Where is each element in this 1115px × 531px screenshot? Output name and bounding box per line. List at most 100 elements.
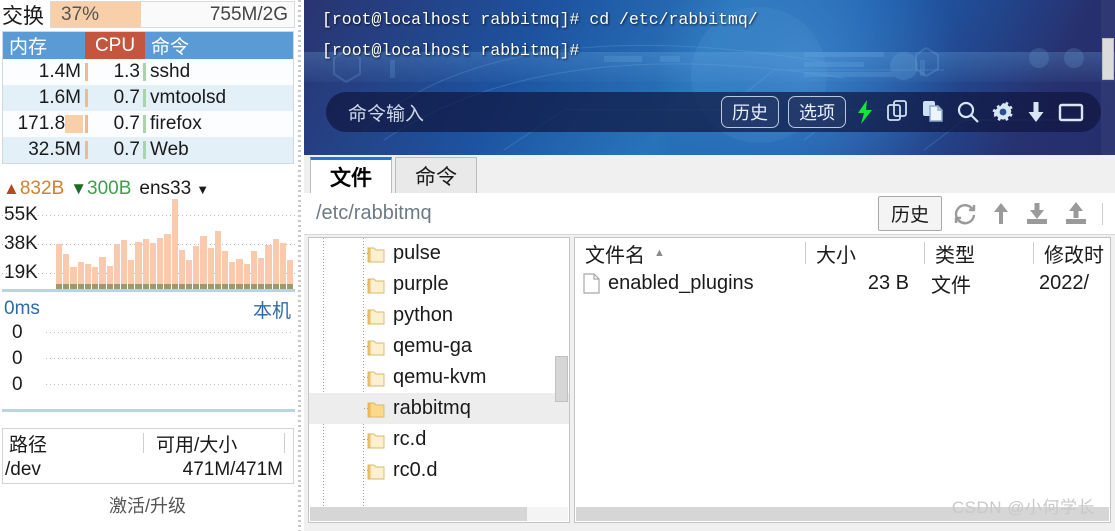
- file-history-button[interactable]: 历史: [877, 196, 942, 231]
- chevron-down-icon[interactable]: ▼: [196, 182, 209, 197]
- folder-icon: [367, 308, 385, 324]
- table-row[interactable]: 1.4M 1.3 sshd: [3, 59, 293, 85]
- terminal-line: [root@localhost rabbitmq]#: [322, 41, 580, 60]
- network-chart-axis: 55K 38K 19K: [2, 202, 54, 289]
- download-icon[interactable]: [1026, 99, 1046, 125]
- table-row[interactable]: 32.5M 0.7 Web: [3, 137, 293, 163]
- terminal-scrollbar-thumb[interactable]: [1102, 38, 1114, 80]
- network-traffic-chart: 55K 38K 19K: [2, 199, 295, 292]
- swap-total-text: 755M/2G: [209, 3, 288, 25]
- terminal-panel[interactable]: [root@localhost rabbitmq]# cd /etc/rabbi…: [304, 0, 1115, 155]
- tree-item-label: python: [393, 304, 454, 326]
- column-header-modified[interactable]: 修改时: [1034, 239, 1110, 268]
- folder-icon: [367, 370, 385, 386]
- process-cpu-cell: 1.3: [113, 61, 140, 82]
- file-modified-cell: 2022/: [1039, 271, 1090, 294]
- file-name-text: enabled_plugins: [608, 271, 754, 294]
- disk-table-header: 路径 可用/大小: [3, 429, 293, 457]
- toolbar-divider: [1102, 202, 1103, 225]
- column-header-command[interactable]: 命令: [145, 32, 293, 59]
- disk-size-value: 471M/471M: [182, 459, 283, 480]
- tree-vertical-scrollbar-thumb[interactable]: [555, 356, 568, 402]
- process-command-cell: vmtoolsd: [150, 87, 227, 108]
- ping-host-label[interactable]: 本机: [253, 296, 291, 323]
- tree-horizontal-scrollbar[interactable]: [310, 507, 568, 521]
- swap-percent-text: 37%: [61, 3, 100, 25]
- column-header-size[interactable]: 大小: [806, 239, 924, 268]
- network-download-text: 300B: [87, 178, 132, 199]
- parent-dir-icon[interactable]: [991, 201, 1011, 227]
- tree-horizontal-scrollbar-thumb[interactable]: [310, 507, 527, 521]
- process-command-cell: Web: [150, 139, 189, 160]
- column-header-path[interactable]: 路径: [3, 430, 143, 457]
- path-bar: /etc/rabbitmq 历史: [304, 193, 1115, 235]
- lightning-icon[interactable]: [855, 99, 875, 125]
- disk-usage-table: 路径 可用/大小 /dev 471M/471M: [2, 428, 294, 484]
- network-interface-label: ens33: [139, 178, 192, 199]
- network-upload-text: 832B: [19, 178, 65, 199]
- table-row[interactable]: 1.6M 0.7 vmtoolsd: [3, 85, 293, 111]
- tree-item-qemu-ga[interactable]: qemu-ga: [309, 331, 569, 362]
- file-list[interactable]: 文件名 ▲ 大小 类型 修改时 enabled_plugins 23 B 文件 …: [574, 237, 1111, 523]
- tree-item-purple[interactable]: purple: [309, 269, 569, 300]
- ping-ylabel-2: 0: [12, 374, 23, 395]
- terminal-line: [root@localhost rabbitmq]# cd /etc/rabbi…: [322, 10, 758, 29]
- tab-bar: 文件 命令: [304, 155, 1115, 193]
- tree-item-label: qemu-kvm: [393, 366, 487, 388]
- terminal-options-button[interactable]: 选项: [788, 96, 846, 128]
- tree-item-rc.d[interactable]: rc.d: [309, 424, 569, 455]
- column-header-cpu[interactable]: CPU: [85, 32, 145, 59]
- watermark: CSDN @小何学长: [951, 498, 1095, 517]
- network-ylabel-2: 19K: [4, 262, 38, 283]
- table-row[interactable]: /dev 471M/471M: [3, 457, 293, 483]
- path-input[interactable]: /etc/rabbitmq: [304, 202, 878, 225]
- ping-latency-text: 0ms: [4, 298, 40, 319]
- disk-path-value: /dev: [5, 459, 41, 480]
- process-cpu-cell: 0.7: [113, 139, 140, 160]
- command-input[interactable]: 命令输入: [326, 99, 721, 126]
- process-memory-cell: 1.4M: [38, 61, 81, 82]
- column-header-type[interactable]: 类型: [925, 239, 1033, 268]
- tree-item-rabbitmq[interactable]: rabbitmq: [309, 393, 569, 424]
- window-icon[interactable]: [1057, 99, 1085, 125]
- copy-icon[interactable]: [886, 99, 910, 125]
- download-icon[interactable]: [1024, 201, 1050, 227]
- process-command-cell: firefox: [150, 113, 202, 134]
- process-cpu-cell: 0.7: [113, 87, 140, 108]
- paste-icon[interactable]: [921, 99, 945, 125]
- tree-item-rc0.d[interactable]: rc0.d: [309, 455, 569, 486]
- terminal-history-button[interactable]: 历史: [721, 96, 779, 128]
- process-table-body: 1.4M 1.3 sshd 1.6M 0.7 vmtoolsd 171.8... 0.7 fir…: [3, 59, 293, 163]
- process-memory-cell: 32.5M: [28, 139, 81, 160]
- search-icon[interactable]: [956, 99, 980, 125]
- ping-ylabel-0: 0: [12, 322, 23, 343]
- column-header-available-size[interactable]: 可用/大小: [144, 430, 284, 457]
- file-list-header: 文件名 ▲ 大小 类型 修改时: [575, 238, 1110, 268]
- directory-tree[interactable]: pulse purple python qemu-ga qemu-kvm rabbitmq…: [308, 237, 570, 523]
- tab-files[interactable]: 文件: [310, 157, 392, 193]
- activate-upgrade-link[interactable]: 激活/升级: [0, 492, 295, 518]
- ping-ylabel-1: 0: [12, 348, 23, 369]
- tab-commands[interactable]: 命令: [395, 157, 477, 193]
- tree-item-label: qemu-ga: [393, 335, 472, 357]
- gear-icon[interactable]: [991, 99, 1015, 125]
- tree-item-qemu-kvm[interactable]: qemu-kvm: [309, 362, 569, 393]
- tree-item-python[interactable]: python: [309, 300, 569, 331]
- arrow-up-icon: ▲: [3, 179, 20, 198]
- tree-item-pulse[interactable]: pulse: [309, 238, 569, 269]
- swap-gauge[interactable]: 37% 755M/2G: [50, 1, 295, 28]
- table-row[interactable]: enabled_plugins 23 B 文件 2022/: [575, 268, 1110, 298]
- network-header: ▲ 832B ▼ 300B ens33 ▼: [0, 176, 295, 202]
- panel-divider[interactable]: [298, 0, 301, 531]
- refresh-icon[interactable]: [952, 201, 978, 227]
- process-memory-cell: 1.6M: [38, 87, 81, 108]
- folder-icon: [367, 246, 385, 262]
- table-row[interactable]: 171.8... 0.7 firefox: [3, 111, 293, 137]
- terminal-input-bar[interactable]: 命令输入 历史 选项: [326, 92, 1101, 132]
- column-header-memory[interactable]: 内存: [3, 32, 85, 59]
- column-header-filename[interactable]: 文件名 ▲: [575, 239, 805, 268]
- terminal-scrollbar[interactable]: [1101, 0, 1115, 155]
- upload-icon[interactable]: [1063, 201, 1089, 227]
- file-type-cell: 文件: [931, 274, 971, 297]
- file-icon: [583, 272, 600, 294]
